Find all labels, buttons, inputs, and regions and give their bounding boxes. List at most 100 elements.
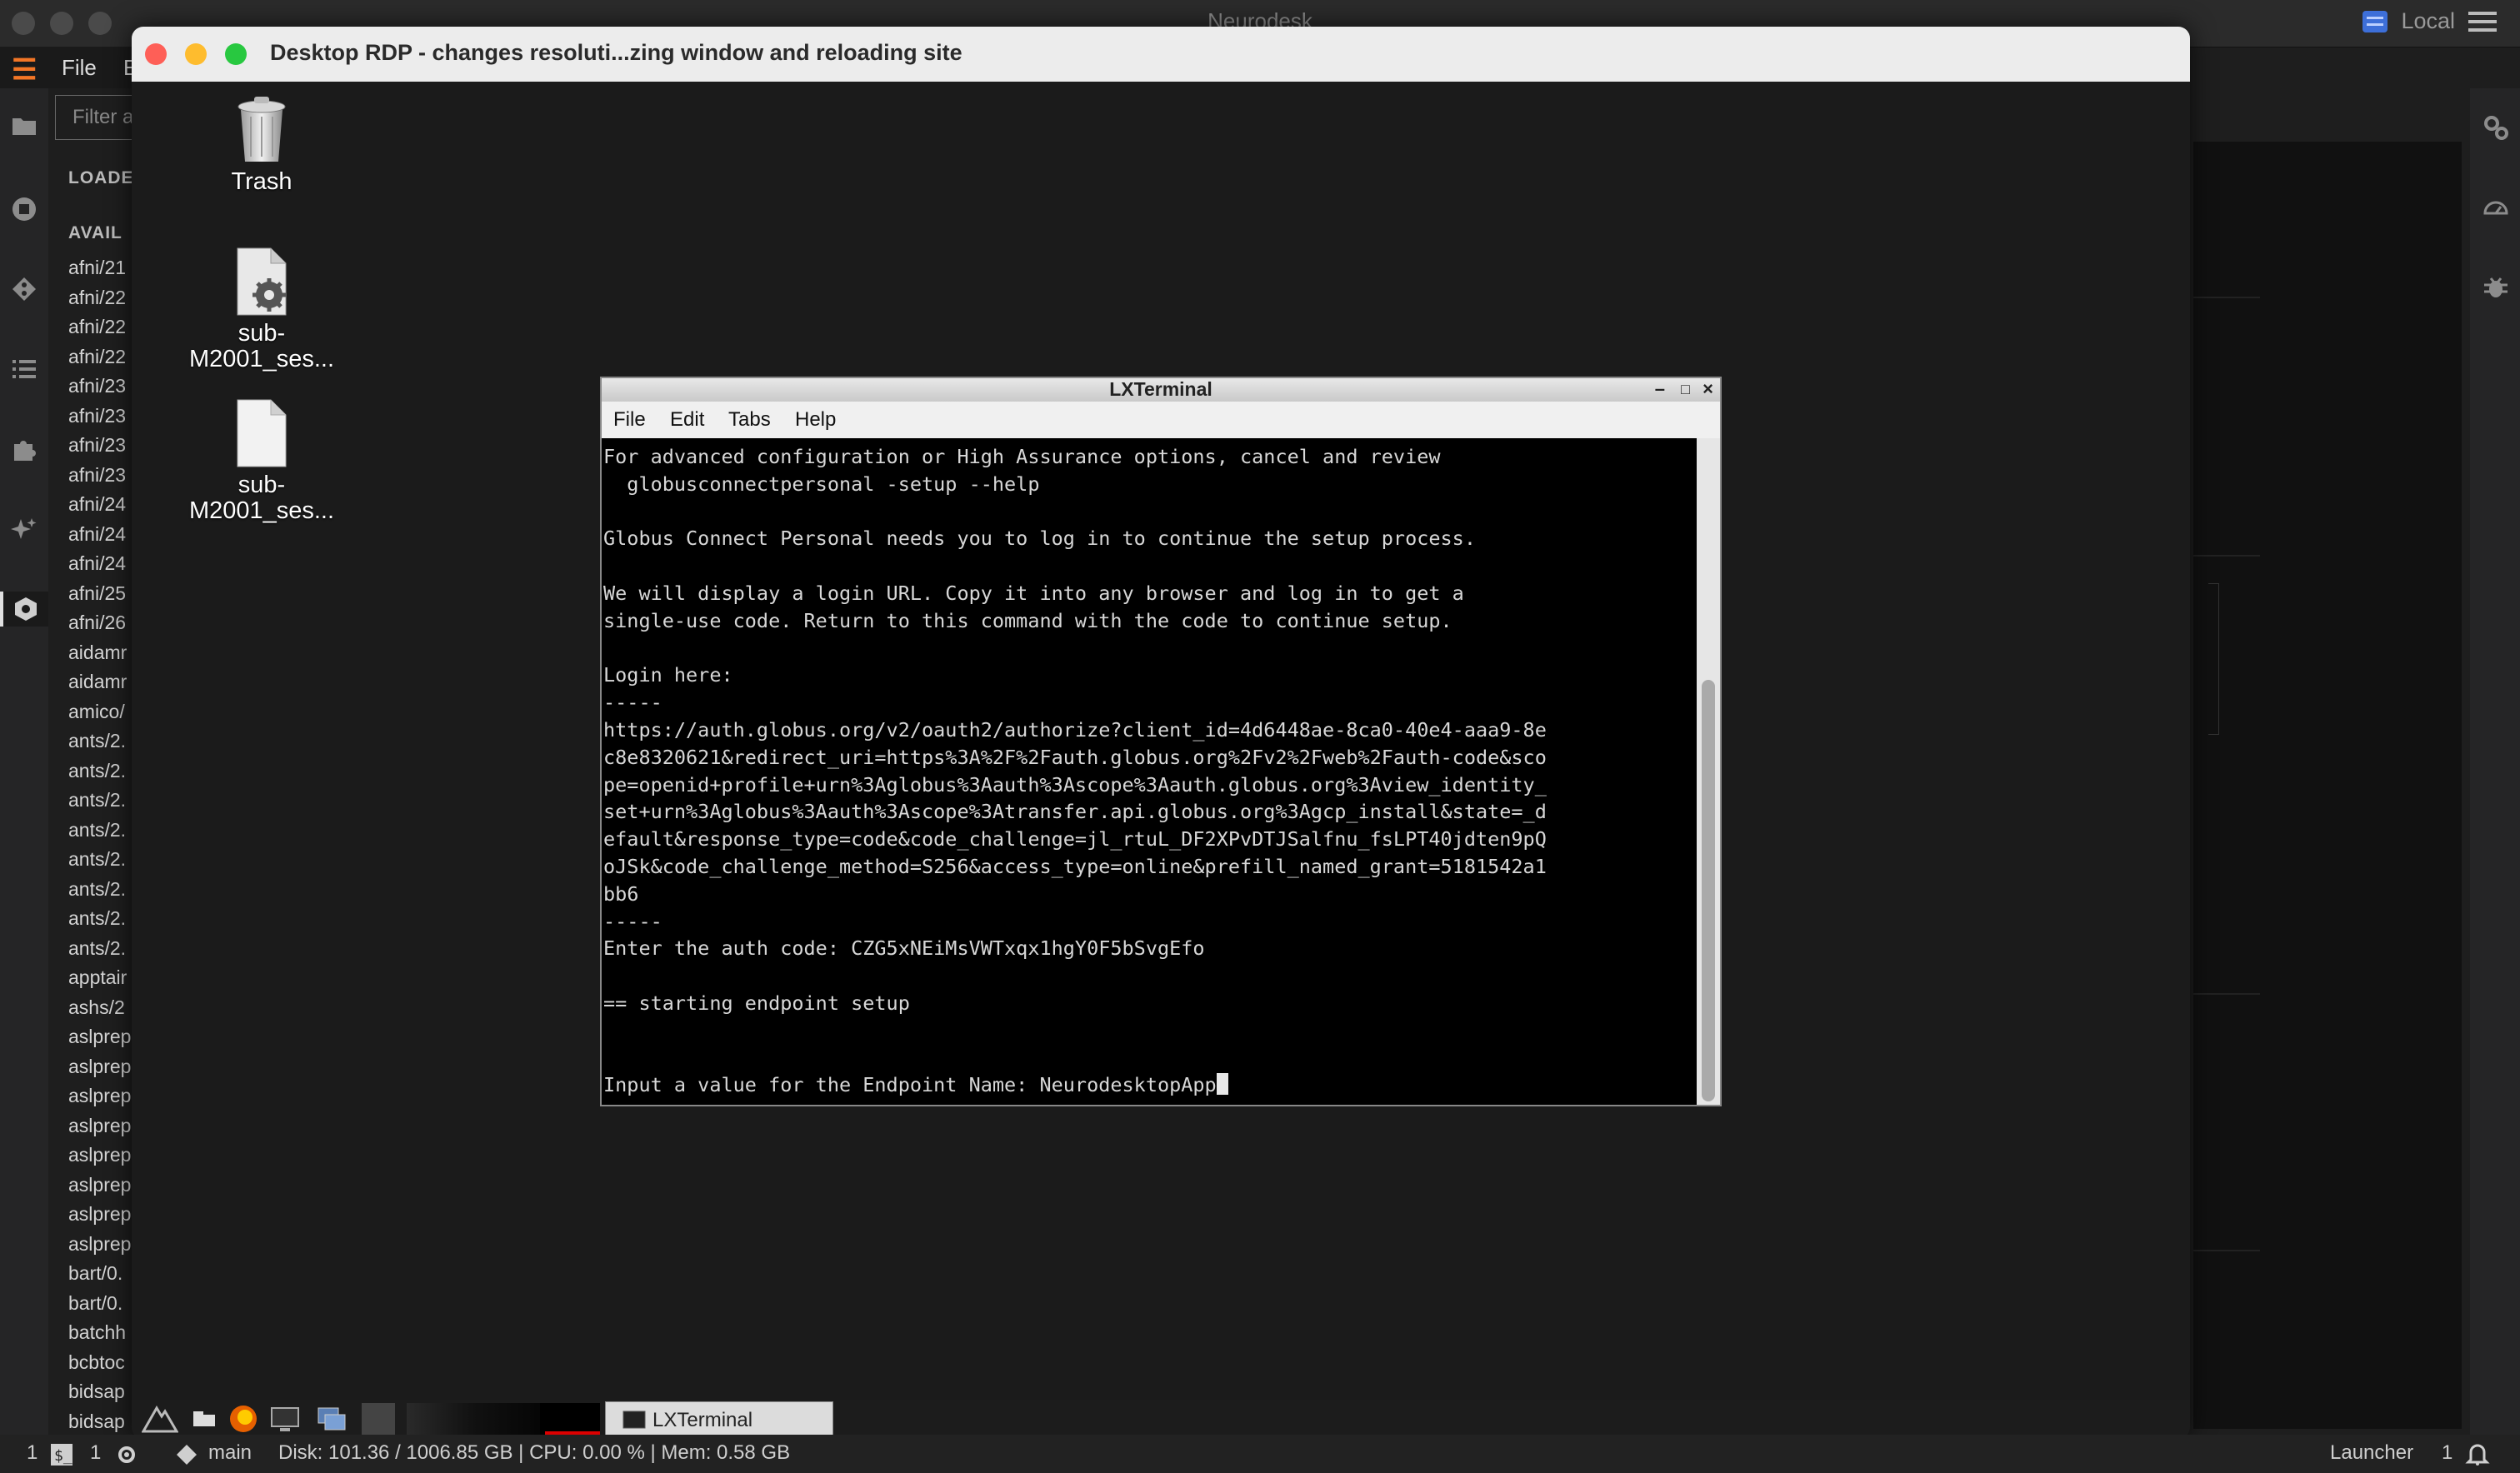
terminal-menu-file[interactable]: File [613,408,646,432]
module-list-item[interactable]: apptair [68,966,131,996]
module-list-item[interactable]: ants/2. [68,730,131,760]
hamburger-menu-icon[interactable] [2468,11,2497,32]
debugger-icon[interactable] [2482,273,2510,302]
remote-desktop: Trash sub- M2001_ses... sub- M2001_ses..… [132,82,2190,1385]
module-list-item[interactable]: ants/2. [68,760,131,790]
close-icon[interactable]: × [1702,378,1713,400]
running-icon[interactable] [7,192,42,227]
svg-text:$_: $_ [54,1447,72,1465]
sparkle-icon[interactable] [7,512,42,547]
module-list-item[interactable]: aidamr [68,671,131,701]
module-list-item[interactable]: bidsap [68,1381,131,1411]
folder-icon[interactable] [7,108,42,143]
module-list-item[interactable]: afni/22 [68,346,131,376]
module-list-item[interactable]: afni/23 [68,405,131,435]
terminal-status-icon[interactable]: $_ [50,1443,73,1472]
module-list-item[interactable]: ants/2. [68,878,131,908]
taskbar-lxterminal-button[interactable]: LXTerminal [605,1401,833,1437]
module-list-item[interactable]: afni/21 [68,257,131,287]
module-list-item[interactable]: afni/24 [68,523,131,553]
module-list-item[interactable]: bart/0. [68,1262,131,1292]
git-icon[interactable] [7,272,42,307]
module-list-item[interactable]: aslprep [68,1174,131,1204]
module-list-item[interactable]: aidamr [68,642,131,672]
module-list-item[interactable]: ashs/2 [68,996,131,1026]
left-sidebar [0,88,48,1435]
terminal-scrollbar[interactable] [1697,438,1720,1105]
extension-icon[interactable] [7,432,42,467]
terminal-launcher-icon[interactable] [268,1403,302,1435]
launcher-label[interactable]: Launcher [2330,1441,2413,1465]
cpu-monitor [545,1403,600,1435]
module-list-item[interactable]: afni/23 [68,464,131,494]
terminal-output: For advanced configuration or High Assur… [602,438,1698,1099]
menu-launcher-icon[interactable] [141,1403,179,1435]
module-list-item[interactable]: aslprep [68,1056,131,1086]
module-list-item[interactable]: aslprep [68,1203,131,1233]
module-list-item[interactable]: afni/23 [68,434,131,464]
module-list-item[interactable]: afni/24 [68,493,131,523]
module-list-item[interactable]: ants/2. [68,789,131,819]
menu-file[interactable]: File [62,55,97,81]
module-list-item[interactable]: aslprep [68,1085,131,1115]
bell-icon[interactable] [2465,1441,2490,1472]
desktop-pager-1[interactable] [362,1403,395,1435]
desktop-icon-label: Trash [231,168,292,195]
toc-icon[interactable] [7,352,42,387]
module-list-item[interactable]: amico/ [68,701,131,731]
minimize-icon[interactable]: – [1655,378,1665,400]
module-list-item[interactable]: aslprep [68,1233,131,1263]
gauge-icon[interactable] [2482,193,2510,222]
property-inspector-icon[interactable] [2482,113,2510,142]
module-list-item[interactable]: bcbtoc [68,1351,131,1381]
divider [2193,297,2260,298]
module-list-item[interactable]: afni/23 [68,375,131,405]
module-list-item[interactable]: afni/26 [68,612,131,642]
terminal-output-area[interactable]: For advanced configuration or High Assur… [602,438,1698,1105]
module-list-item[interactable]: ants/2. [68,819,131,849]
module-list-item[interactable]: aslprep [68,1115,131,1145]
local-label[interactable]: Local [2401,8,2455,34]
lxterminal-titlebar[interactable]: LXTerminal – □ × [602,378,1720,402]
rdp-close-button[interactable] [145,43,167,65]
taskbar-task-label: LXTerminal [652,1409,753,1431]
terminal-menu-edit[interactable]: Edit [670,408,704,432]
desktop-icon-file[interactable]: sub- M2001_ses... [170,247,353,372]
terminal-menu-help[interactable]: Help [795,408,836,432]
module-list-item[interactable]: ants/2. [68,937,131,967]
firefox-icon[interactable] [227,1403,260,1435]
available-heading: AVAIL [68,223,122,242]
module-list-item[interactable]: batchh [68,1321,131,1351]
git-branch-icon [175,1443,198,1472]
rdp-minimize-button[interactable] [185,43,207,65]
module-list-item[interactable]: ants/2. [68,907,131,937]
module-list-item[interactable]: aslprep [68,1026,131,1056]
status-count[interactable]: 1 [27,1441,38,1465]
module-list-item[interactable]: afni/22 [68,316,131,346]
module-list-item[interactable]: afni/22 [68,287,131,317]
desktop-icon-label: sub- M2001_ses... [188,472,335,524]
gear-icon[interactable] [115,1443,138,1472]
scrollbar-thumb[interactable] [1702,680,1715,1101]
windows-icon[interactable] [313,1403,350,1435]
server-icon[interactable] [2362,10,2388,32]
module-list-item[interactable]: aslprep [68,1144,131,1174]
maximize-icon[interactable]: □ [1681,381,1690,398]
file-manager-icon[interactable] [190,1403,220,1435]
kernel-count[interactable]: 1 [90,1441,101,1465]
rdp-window: Desktop RDP - changes resoluti...zing wi… [132,27,2190,1439]
module-list-item[interactable]: bidsap [68,1411,131,1436]
module-list-item[interactable]: afni/24 [68,552,131,582]
module-list-item[interactable]: afni/25 [68,582,131,612]
rdp-zoom-button[interactable] [225,43,247,65]
git-branch-name[interactable]: main [208,1441,252,1465]
outer-right-controls: Local [2362,8,2497,34]
module-list-item[interactable]: bart/0. [68,1292,131,1322]
desktop-icon-file[interactable]: sub- M2001_ses... [170,398,353,524]
loaded-heading: LOADE [68,168,134,187]
rdp-window-controls [145,43,247,65]
modules-icon[interactable] [0,592,48,627]
desktop-icon-trash[interactable]: Trash [170,95,353,195]
module-list-item[interactable]: ants/2. [68,848,131,878]
terminal-menu-tabs[interactable]: Tabs [728,408,771,432]
